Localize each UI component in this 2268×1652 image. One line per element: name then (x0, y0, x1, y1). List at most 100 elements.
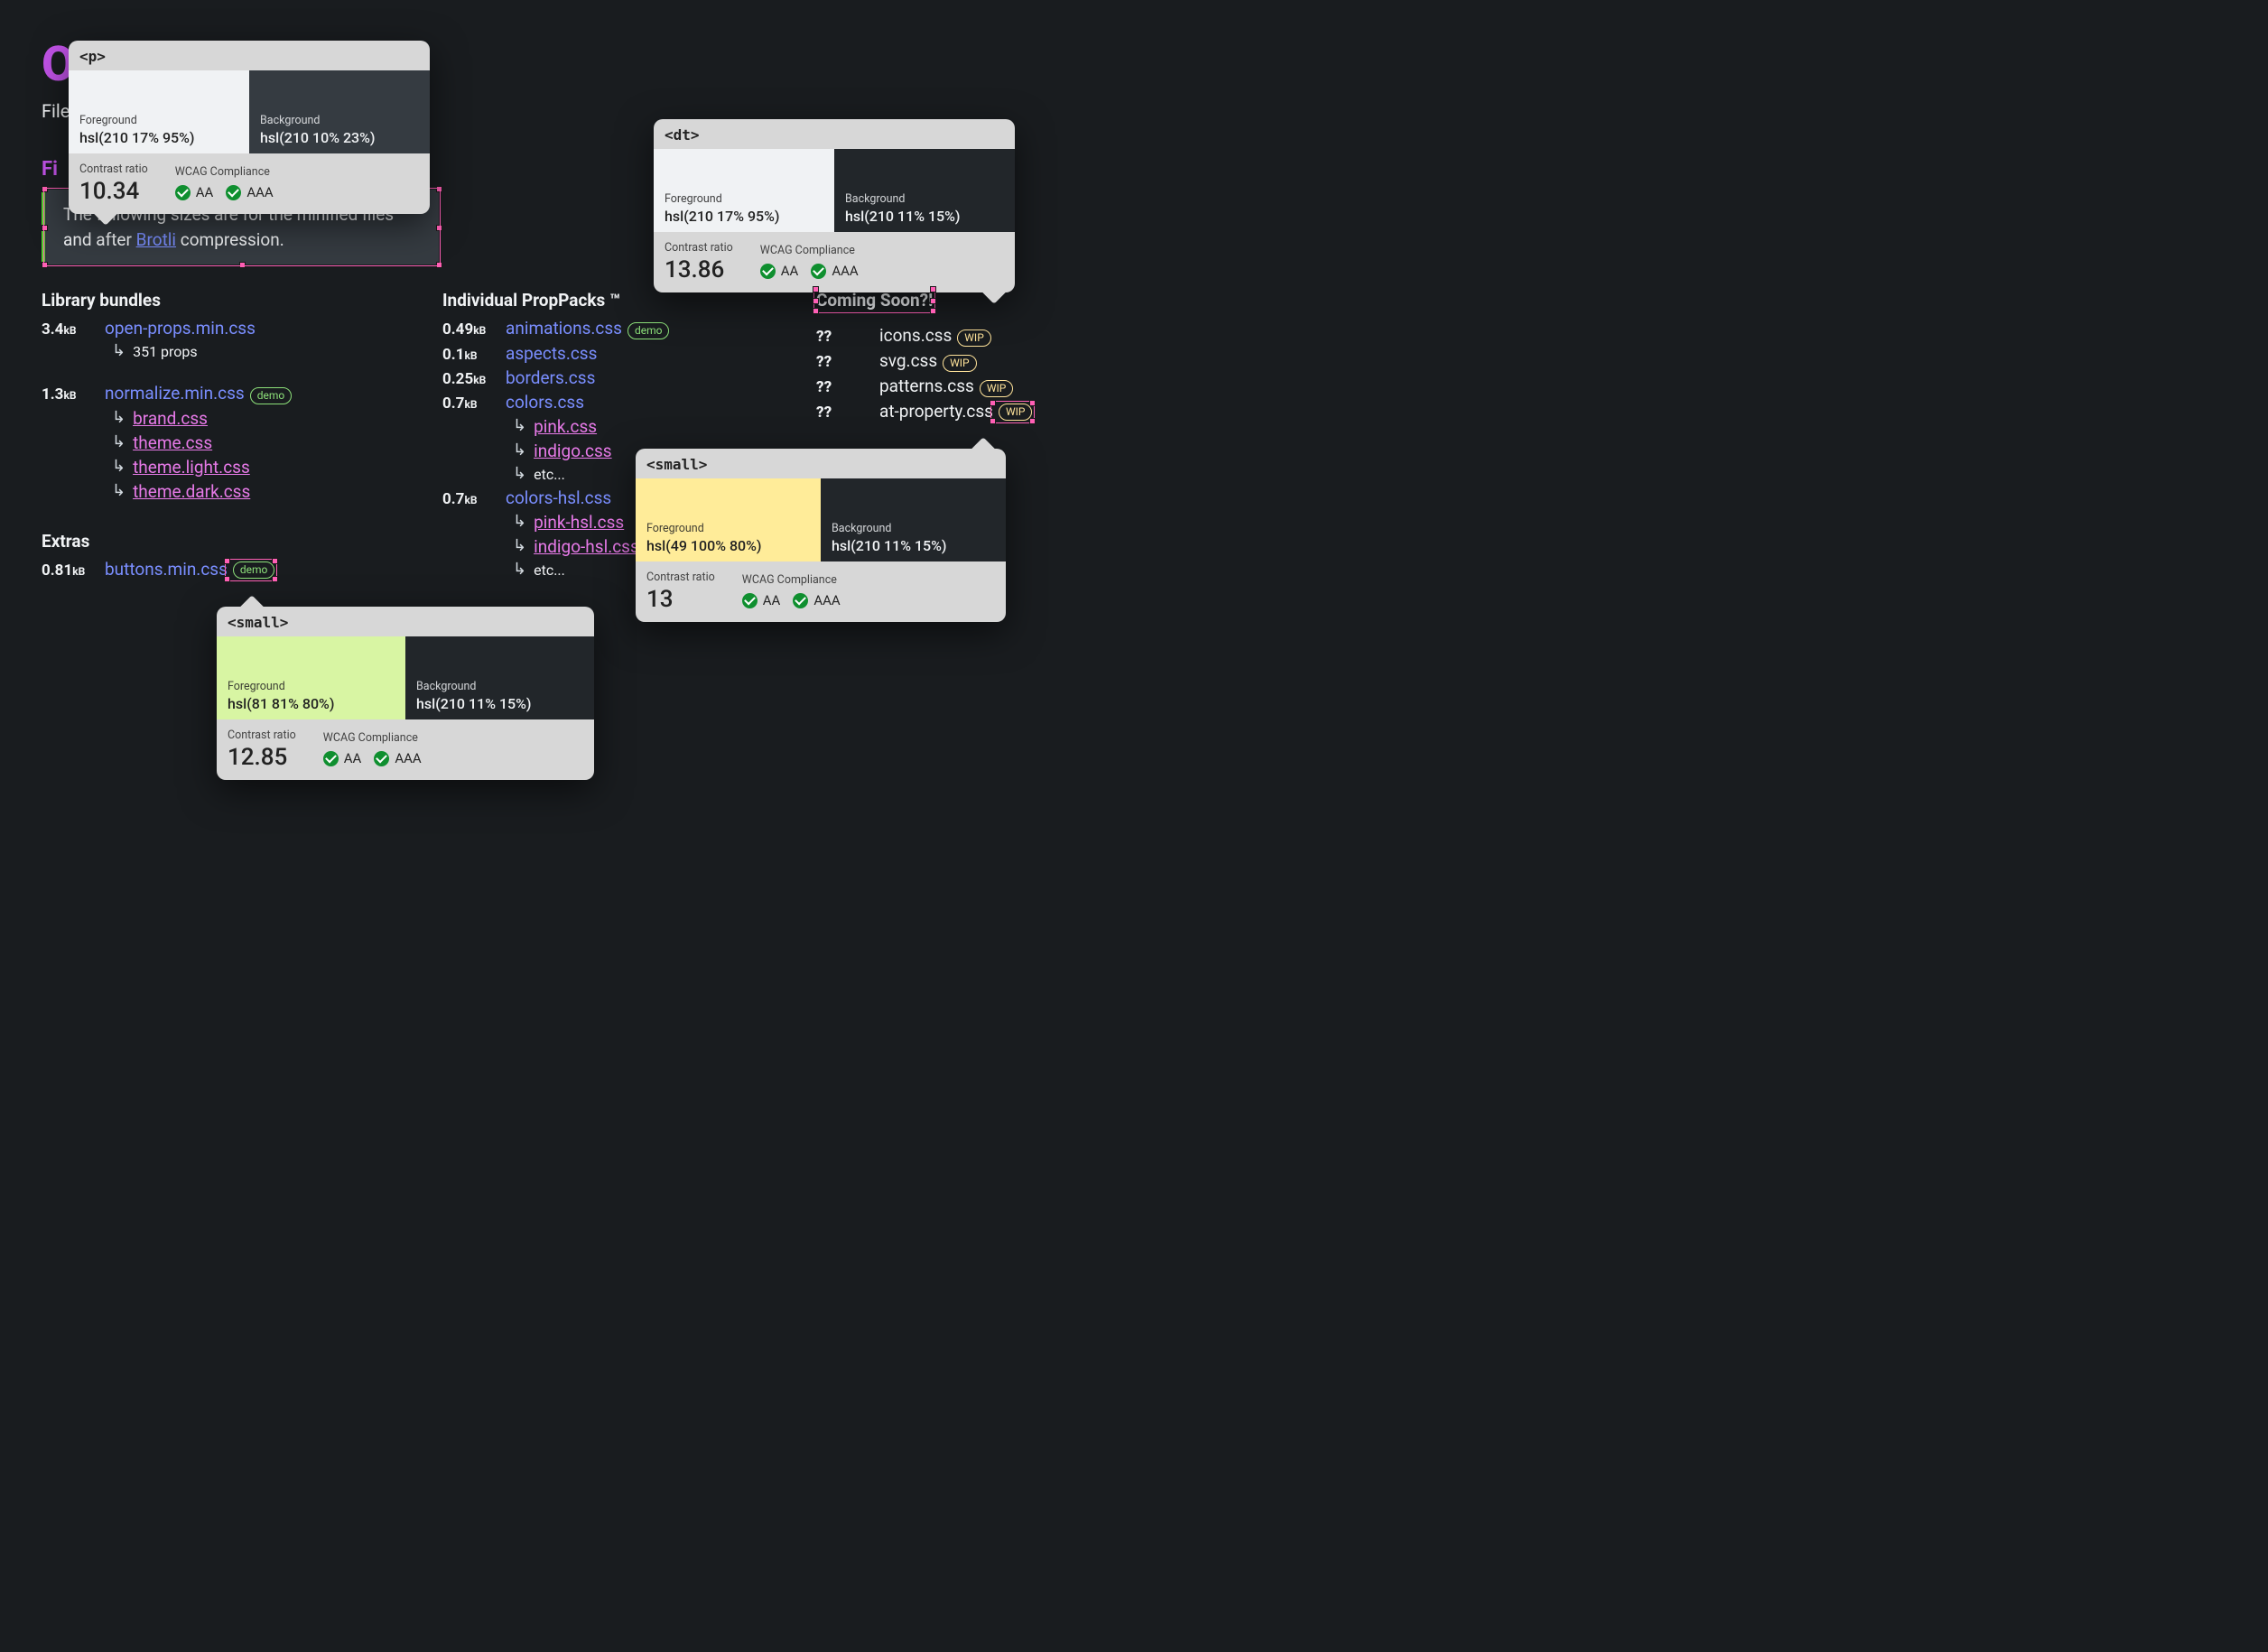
contrast-inspector-popup: <p>Foregroundhsl(210 17% 95%)Backgroundh… (69, 41, 430, 214)
file-link[interactable]: colors.css (506, 392, 584, 413)
contrast-ratio-value: 10.34 (79, 180, 148, 203)
swatch-label: Background (845, 192, 1004, 206)
file-link-normalize[interactable]: normalize.min.css (105, 383, 245, 404)
subdirectory-arrow-icon: ↳ (112, 408, 125, 427)
file-sublink[interactable]: indigo.css (534, 441, 612, 461)
contrast-ratio-value: 13.86 (665, 258, 733, 282)
wcag-aa-pass: AA (323, 750, 362, 766)
swatch-label: Foreground (646, 522, 810, 535)
subdirectory-arrow-icon: ↳ (112, 341, 125, 360)
inspector-tag-label: <dt> (654, 119, 1015, 149)
file-size: 0.7kB (442, 394, 506, 413)
wcag-aaa-pass: AAA (811, 263, 858, 279)
subdirectory-arrow-icon: ↳ (513, 464, 526, 483)
contrast-inspector-popup: <small>Foregroundhsl(81 81% 80%)Backgrou… (217, 607, 594, 780)
wcag-aaa-pass: AAA (793, 592, 840, 608)
swatch-value: hsl(210 11% 15%) (832, 537, 995, 554)
checkmark-icon (175, 185, 191, 200)
background-swatch: Backgroundhsl(210 11% 15%) (405, 636, 594, 719)
wcag-compliance: WCAG ComplianceAAAAA (323, 731, 422, 766)
foreground-swatch: Foregroundhsl(81 81% 80%) (217, 636, 405, 719)
file-sublink[interactable]: pink.css (534, 416, 597, 437)
checkmark-icon (760, 264, 776, 279)
selected-element: demo (228, 561, 275, 579)
foreground-swatch: Foregroundhsl(210 17% 95%) (69, 70, 249, 153)
wip-badge: WIP (943, 355, 976, 372)
wcag-aa-pass: AA (175, 184, 214, 200)
checkmark-icon (374, 751, 389, 766)
demo-badge[interactable]: demo (250, 387, 293, 404)
selected-element: Coming Soon?! (816, 290, 933, 311)
contrast-inspector-popup: <small> Foreground hsl(49 100% 80%) Backgro… (636, 449, 1006, 622)
subdirectory-arrow-icon: ↳ (513, 536, 526, 555)
background-swatch: Background hsl(210 11% 15%) (821, 478, 1006, 561)
callout-link-brotli[interactable]: Brotli (136, 229, 176, 250)
heading-extras: Extras (42, 531, 367, 552)
swatch-value: hsl(210 17% 95%) (665, 208, 823, 225)
swatch-value: hsl(210 11% 15%) (845, 208, 1004, 225)
file-link-open-props[interactable]: open-props.min.css (105, 318, 256, 339)
contrast-ratio-value: 12.85 (228, 746, 296, 769)
callout-text-post: compression. (181, 229, 284, 250)
file-label: icons.css (879, 325, 952, 346)
file-link[interactable]: aspects.css (506, 343, 597, 364)
foreground-swatch: Foregroundhsl(210 17% 95%) (654, 149, 834, 232)
wcag-compliance: WCAG ComplianceAAAAA (760, 244, 859, 279)
inspector-tag-label: <small> (636, 449, 1006, 478)
file-row: 3.4kB open-props.min.css (42, 318, 367, 339)
file-sublink[interactable]: pink-hsl.css (534, 512, 624, 533)
subdirectory-arrow-icon: ↳ (112, 432, 125, 451)
contrast-ratio: Contrast ratio13.86 (665, 241, 733, 282)
file-sublink[interactable]: theme.light.css (133, 457, 250, 478)
swatch-value: hsl(210 11% 15%) (416, 695, 583, 712)
file-link-buttons[interactable]: buttons.min.css (105, 559, 228, 580)
file-sublink[interactable]: theme.css (133, 432, 212, 453)
heading-coming-soon: Coming Soon?! (816, 290, 933, 311)
selected-element: WIP (993, 404, 1032, 421)
subdirectory-arrow-icon: ↳ (112, 457, 125, 476)
file-sublink[interactable]: indigo-hsl.css (534, 536, 639, 557)
foreground-swatch: Foreground hsl(49 100% 80%) (636, 478, 821, 561)
demo-badge[interactable]: demo (627, 322, 670, 339)
file-subtext: etc... (534, 561, 565, 579)
file-subrow: ↳ 351 props (112, 342, 367, 361)
heading-library-bundles: Library bundles (42, 290, 367, 311)
background-swatch: Backgroundhsl(210 10% 23%) (249, 70, 430, 153)
contrast-ratio: Contrast ratio13 (646, 571, 715, 611)
contrast-ratio: Contrast ratio10.34 (79, 162, 148, 203)
wip-badge: WIP (999, 404, 1032, 421)
file-size-unknown: ?? (816, 404, 879, 422)
swatch-value: hsl(49 100% 80%) (646, 537, 810, 554)
checkmark-icon (742, 593, 758, 608)
file-row: 0.81kB buttons.min.css demo (42, 559, 367, 580)
contrast-ratio-value: 13 (646, 588, 715, 611)
wcag-aaa-pass: AAA (226, 184, 273, 200)
inspector-tag-label: <p> (69, 41, 430, 70)
swatch-label: Background (832, 522, 995, 535)
file-size: 0.49kB (442, 320, 506, 339)
wcag-compliance: WCAG ComplianceAAAAA (175, 165, 274, 200)
file-link[interactable]: borders.css (506, 367, 595, 388)
heading-proppacks: Individual PropPacks ™ (442, 290, 740, 311)
swatch-value: hsl(81 81% 80%) (228, 695, 395, 712)
file-sublink[interactable]: theme.dark.css (133, 481, 250, 502)
wcag-aaa-pass: AAA (374, 750, 421, 766)
file-sublink[interactable]: brand.css (133, 408, 208, 429)
wcag-aa-pass: AA (760, 263, 799, 279)
subdirectory-arrow-icon: ↳ (513, 441, 526, 459)
file-size: 0.7kB (442, 490, 506, 508)
subdirectory-arrow-icon: ↳ (513, 512, 526, 531)
file-size-unknown: ?? (816, 378, 879, 396)
file-link[interactable]: animations.css (506, 318, 622, 339)
file-subtext: etc... (534, 466, 565, 483)
file-label: patterns.css (879, 376, 974, 396)
file-link[interactable]: colors-hsl.css (506, 487, 611, 508)
inspector-tag-label: <small> (217, 607, 594, 636)
checkmark-icon (323, 751, 339, 766)
file-label: svg.css (879, 350, 937, 371)
checkmark-icon (811, 264, 826, 279)
file-size: 0.25kB (442, 370, 506, 388)
demo-badge[interactable]: demo (233, 561, 275, 579)
background-swatch: Background hsl(210 11% 15%) (834, 149, 1015, 232)
subdirectory-arrow-icon: ↳ (513, 416, 526, 435)
